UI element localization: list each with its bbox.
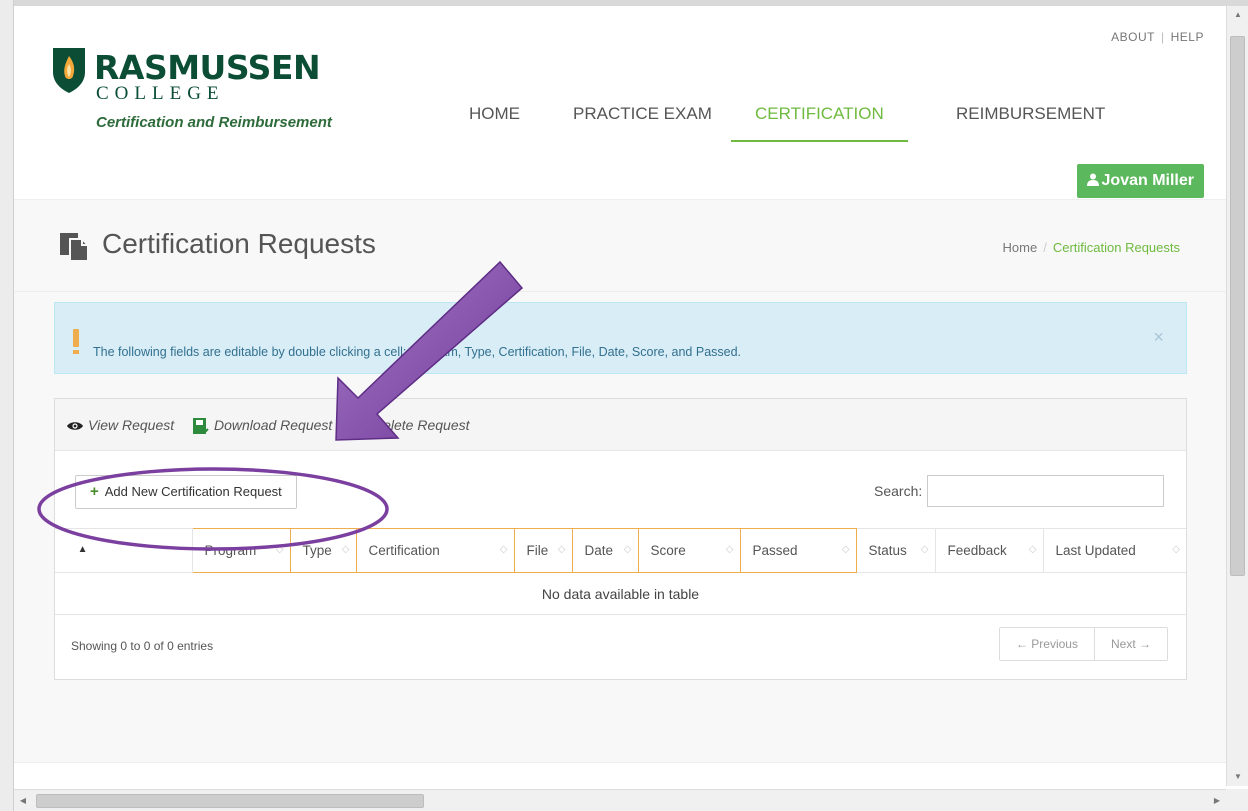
vertical-scroll-thumb[interactable]	[1230, 36, 1245, 576]
column-label: Type	[302, 543, 332, 558]
eye-icon	[67, 422, 83, 431]
sort-icon: ◇	[1172, 544, 1180, 555]
nav-reimbursement[interactable]: REIMBURSEMENT	[956, 104, 1105, 140]
main-content: The following fields are editable by dou…	[14, 292, 1226, 762]
brand-name: RASMUSSEN	[94, 48, 321, 87]
page-title-text: Certification Requests	[102, 228, 376, 259]
column-status[interactable]: Status ◇	[856, 528, 936, 573]
sort-icon: ◇	[725, 544, 734, 555]
download-save-icon	[193, 418, 209, 435]
column-file[interactable]: File ◇	[513, 528, 573, 573]
column-program[interactable]: Program ◇	[191, 528, 291, 573]
pagination: ← Previous Next →	[998, 627, 1168, 661]
download-request-button[interactable]: Download Request	[193, 417, 333, 435]
scrollbar-corner	[1226, 789, 1248, 811]
breadcrumb-separator: /	[1043, 240, 1047, 255]
column-score[interactable]: Score ◇	[637, 528, 741, 573]
breadcrumb: Home / Certification Requests	[1003, 240, 1180, 255]
vertical-scrollbar[interactable]: ▲ ▼	[1226, 6, 1248, 786]
request-toolbar: View Request Download Request Delete Req…	[55, 399, 1186, 451]
sort-icon: ◇	[920, 544, 929, 555]
sort-icon: ◇	[1028, 544, 1037, 555]
footer-divider	[14, 762, 1226, 763]
column-label: Passed	[752, 543, 798, 558]
page-title-bar: Certification Requests Home / Certificatio…	[14, 200, 1226, 292]
scroll-up-icon[interactable]: ▲	[1227, 6, 1248, 24]
help-link[interactable]: HELP	[1171, 30, 1204, 44]
user-icon	[1086, 173, 1099, 186]
brand-logo[interactable]: RASMUSSEN COLLEGE	[94, 48, 321, 104]
sort-icon: ◇	[623, 544, 632, 555]
table-header-row: ▲ Program ◇ Type ◇ Certification ◇ File ◇ Da…	[55, 528, 1186, 573]
table-info: Showing 0 to 0 of 0 entries	[71, 639, 214, 653]
info-alert: The following fields are editable by dou…	[54, 302, 1187, 374]
scroll-left-icon[interactable]: ◀	[14, 790, 32, 811]
page-title: Certification Requests	[62, 228, 376, 260]
column-label: File	[526, 543, 549, 558]
search-label: Search:	[874, 483, 923, 499]
scroll-down-icon[interactable]: ▼	[1227, 768, 1248, 786]
column-label: Date	[584, 543, 614, 558]
previous-page-button[interactable]: ← Previous	[1000, 628, 1094, 660]
site-tagline: Certification and Reimbursement	[96, 114, 332, 131]
delete-request-label: Delete Request	[373, 417, 470, 433]
column-certification[interactable]: Certification ◇	[355, 528, 515, 573]
column-last-updated[interactable]: Last Updated ◇	[1043, 528, 1186, 573]
breadcrumb-home[interactable]: Home	[1003, 240, 1038, 255]
sort-icon: ◇	[841, 544, 850, 555]
column-label: Feedback	[947, 543, 1007, 558]
view-request-label: View Request	[88, 417, 175, 433]
view-request-button[interactable]: View Request	[67, 417, 174, 433]
plus-icon: +	[90, 483, 99, 500]
column-label: Program	[204, 543, 257, 558]
column-passed[interactable]: Passed ◇	[739, 528, 857, 573]
column-label: Status	[868, 543, 907, 558]
sort-icon: ◇	[341, 544, 350, 555]
college-shield-icon	[53, 48, 85, 93]
requests-panel: View Request Download Request Delete Req…	[54, 398, 1187, 680]
select-column-header[interactable]: ▲	[55, 528, 193, 573]
column-label: Score	[650, 543, 686, 558]
column-type[interactable]: Type ◇	[289, 528, 357, 573]
top-links: ABOUT | HELP	[1111, 30, 1204, 44]
column-label: Last Updated	[1055, 543, 1136, 558]
window-left-border	[0, 0, 14, 811]
nav-certification[interactable]: CERTIFICATION	[731, 104, 908, 142]
scroll-right-icon[interactable]: ▶	[1208, 790, 1226, 811]
breadcrumb-current: Certification Requests	[1052, 240, 1180, 255]
alert-message: The following fields are editable by dou…	[93, 345, 742, 359]
horizontal-scroll-thumb[interactable]	[36, 794, 424, 808]
nav-practice-exam[interactable]: PRACTICE EXAM	[573, 104, 712, 140]
user-menu-button[interactable]: Jovan Miller	[1076, 164, 1204, 198]
table-row: No data available in table	[55, 572, 1186, 615]
empty-table-message: No data available in table	[55, 572, 1186, 615]
user-name: Jovan Miller	[1101, 172, 1194, 189]
brand-subtitle: COLLEGE	[96, 83, 225, 104]
exclamation-icon	[73, 329, 79, 354]
column-feedback[interactable]: Feedback ◇	[935, 528, 1044, 573]
add-new-certification-request-button[interactable]: + Add New Certification Request	[75, 475, 297, 509]
horizontal-scrollbar[interactable]: ◀ ▶	[14, 789, 1226, 811]
sort-icon: ◇	[557, 544, 566, 555]
column-date[interactable]: Date ◇	[571, 528, 639, 573]
search-input[interactable]	[927, 475, 1164, 507]
site-header: ABOUT | HELP RASMUSSEN COLLEGE Certificati…	[14, 6, 1226, 200]
top-links-separator: |	[1161, 30, 1165, 44]
sort-asc-icon: ▲	[77, 544, 88, 555]
delete-request-button[interactable]: Delete Request	[360, 417, 470, 433]
next-page-button[interactable]: Next →	[1093, 628, 1167, 660]
download-request-label: Download Request	[214, 417, 333, 433]
sort-icon: ◇	[499, 544, 508, 555]
close-icon[interactable]: ×	[1153, 327, 1164, 348]
nav-home[interactable]: HOME	[469, 104, 520, 140]
add-new-label: Add New Certification Request	[104, 484, 282, 499]
column-label: Certification	[368, 543, 440, 558]
requests-table: ▲ Program ◇ Type ◇ Certification ◇ File ◇ Da…	[55, 528, 1186, 615]
sort-icon: ◇	[275, 544, 284, 555]
about-link[interactable]: ABOUT	[1111, 30, 1155, 44]
